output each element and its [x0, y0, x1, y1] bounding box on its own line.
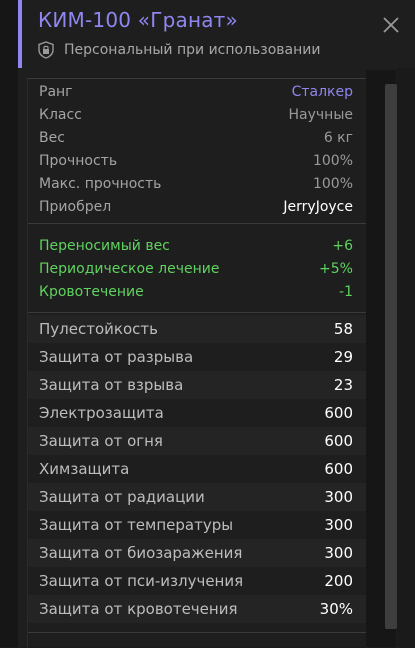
protection-label: Электрозащита — [39, 404, 164, 422]
info-row-class: Класс Научные — [28, 104, 366, 126]
protection-row: Защита от огня 600 — [28, 427, 366, 455]
protection-row: Защита от взрыва 23 — [28, 371, 366, 399]
protection-row: Защита от пси-излучения 200 — [28, 567, 366, 595]
accent-bar — [18, 0, 22, 68]
protection-label: Защита от огня — [39, 432, 163, 450]
protection-value: 600 — [324, 404, 353, 422]
shield-icon — [38, 41, 54, 59]
info-label: Класс — [39, 107, 82, 123]
section-divider — [28, 312, 366, 313]
info-row-max-durability: Макс. прочность 100% — [28, 173, 366, 195]
protection-label: Защита от разрыва — [39, 348, 194, 366]
protection-value: 600 — [324, 460, 353, 478]
info-label: Вес — [39, 130, 65, 146]
protection-row: Защита от радиации 300 — [28, 483, 366, 511]
protection-value: 600 — [324, 432, 353, 450]
protection-row: Пулестойкость 58 — [28, 315, 366, 343]
bonus-row: Периодическое лечение +5% — [28, 258, 366, 280]
bonus-value: +5% — [319, 261, 353, 277]
info-value: 100% — [312, 153, 353, 169]
protection-value: 30% — [319, 600, 353, 618]
protection-label: Защита от биозаражения — [39, 544, 243, 562]
stats-content: Ранг Сталкер Класс Научные Вес 6 кг Проч… — [27, 78, 367, 648]
bonus-row: Переносимый вес +6 — [28, 235, 366, 257]
info-value: Научные — [288, 107, 353, 123]
rank-value: Сталкер — [291, 84, 353, 100]
protection-value: 300 — [324, 516, 353, 534]
protection-row: Защита от кровотечения 30% — [28, 595, 366, 623]
protection-row: Электрозащита 600 — [28, 399, 366, 427]
section-divider — [28, 223, 366, 224]
info-label: Макс. прочность — [39, 176, 162, 192]
bonus-label: Периодическое лечение — [39, 261, 220, 277]
protection-label: Защита от кровотечения — [39, 600, 238, 618]
protection-value: 58 — [333, 320, 353, 338]
protection-label: Пулестойкость — [39, 320, 158, 338]
protection-value: 29 — [333, 348, 353, 366]
info-row-weight: Вес 6 кг — [28, 127, 366, 149]
protection-value: 200 — [324, 572, 353, 590]
info-row-owner: Приобрел JerryJoyce — [28, 196, 366, 218]
protection-label: Химзащита — [39, 460, 130, 478]
scrollbar-thumb[interactable] — [385, 84, 397, 629]
bonus-value: -1 — [339, 284, 353, 300]
protection-row: Химзащита 600 — [28, 455, 366, 483]
info-value: 100% — [312, 176, 353, 192]
protection-value: 23 — [333, 376, 353, 394]
left-edge — [0, 0, 18, 647]
bonus-label: Переносимый вес — [39, 238, 170, 254]
close-icon — [383, 17, 399, 33]
close-button[interactable] — [380, 14, 402, 36]
protection-row: Защита от температуры 300 — [28, 511, 366, 539]
bonus-value: +6 — [332, 238, 353, 254]
protection-label: Защита от температуры — [39, 516, 234, 534]
info-row-rank: Ранг Сталкер — [28, 81, 366, 103]
protection-value: 300 — [324, 488, 353, 506]
bonus-label: Кровотечение — [39, 284, 144, 300]
binding-row: Персональный при использовании — [38, 40, 320, 60]
bonus-row: Кровотечение -1 — [28, 281, 366, 303]
item-title: КИМ-100 «Гранат» — [38, 8, 238, 32]
section-divider — [28, 632, 366, 633]
info-value: 6 кг — [323, 130, 353, 146]
owner-value: JerryJoyce — [283, 199, 353, 215]
info-label: Приобрел — [39, 199, 112, 215]
info-row-durability: Прочность 100% — [28, 150, 366, 172]
protection-label: Защита от взрыва — [39, 376, 184, 394]
protection-label: Защита от пси-излучения — [39, 572, 244, 590]
binding-subtitle: Персональный при использовании — [64, 42, 321, 58]
protection-label: Защита от радиации — [39, 488, 205, 506]
right-edge — [397, 68, 415, 647]
protection-row: Защита от разрыва 29 — [28, 343, 366, 371]
info-label: Прочность — [39, 153, 118, 169]
info-label: Ранг — [39, 84, 73, 100]
protection-value: 300 — [324, 544, 353, 562]
protection-row: Защита от биозаражения 300 — [28, 539, 366, 567]
